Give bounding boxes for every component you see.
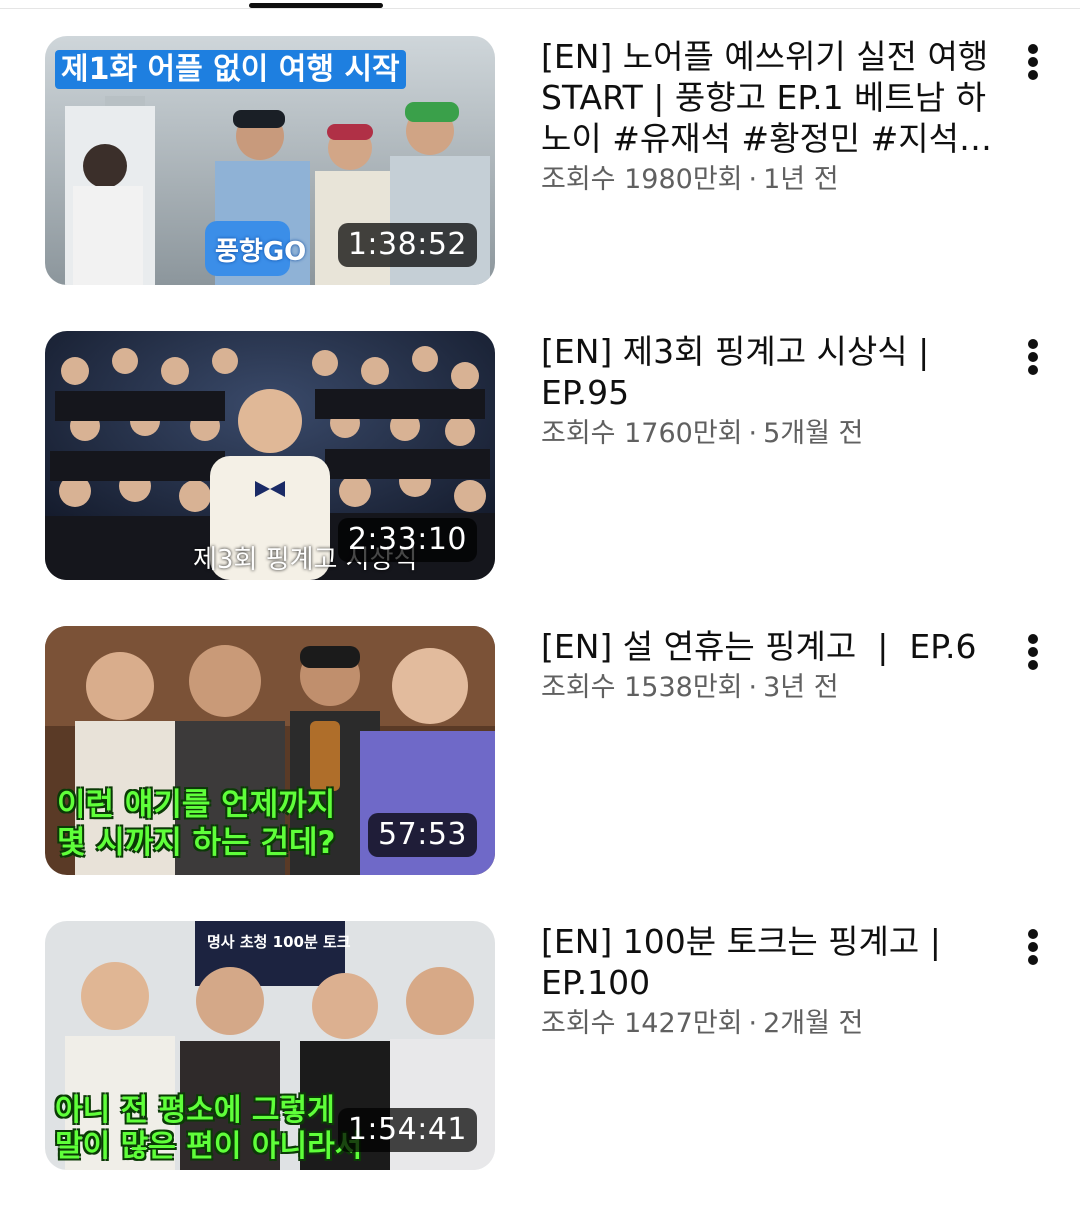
view-count: 조회수 1427만회 [541,1008,743,1039]
view-count: 조회수 1980만회 [541,164,743,195]
video-meta: [EN] 노어플 예쓰위기 실전 여행 START | 풍향고 EP.1 베트남… [541,36,1001,197]
upload-age: 5개월 전 [763,418,864,449]
thumbnail-caption-line1: 이런 얘기를 언제까지 [57,787,336,823]
view-count: 조회수 1760만회 [541,418,743,449]
video-duration: 57:53 [368,813,477,857]
thumbnail-caption-line2: 몇 시까지 하는 건데? [57,825,336,861]
video-thumbnail[interactable]: 제1화 어플 없이 여행 시작 풍향GO 1:38:52 [45,36,495,285]
stats-separator: · [748,418,758,449]
video-duration: 2:33:10 [337,518,477,562]
thumbnail-episode-label: 제1화 어플 없이 여행 시작 [55,50,406,89]
video-meta: [EN] 100분 토크는 핑계고 | EP.100 조회수 1427만회 · 2개… [541,921,1001,1041]
video-stats: 조회수 1980만회 · 1년 전 [541,163,1001,197]
more-options-icon[interactable] [1014,626,1054,678]
stats-separator: · [748,164,758,195]
video-duration: 1:38:52 [337,223,477,267]
more-options-icon[interactable] [1014,36,1054,88]
video-stats: 조회수 1760만회 · 5개월 전 [541,417,1001,451]
thumbnail-logo: 풍향GO [215,237,307,267]
video-meta: [EN] 설 연휴는 핑계고 | EP.6 조회수 1538만회 · 3년 전 [541,626,1001,705]
video-title[interactable]: [EN] 노어플 예쓰위기 실전 여행 START | 풍향고 EP.1 베트남… [541,36,1001,159]
top-divider [0,8,1080,9]
video-stats: 조회수 1427만회 · 2개월 전 [541,1007,1001,1041]
more-options-icon[interactable] [1014,921,1054,973]
thumbnail-caption-line1: 아니 전 평소에 그렇게 [55,1093,335,1128]
video-item[interactable]: 이런 얘기를 언제까지 몇 시까지 하는 건데? 57:53 [EN] 설 연휴… [0,626,1080,876]
video-thumbnail[interactable]: 명사 초청 100분 토크 아니 전 평소에 그렇게 말이 많은 편이 아니라서… [45,921,495,1170]
video-title[interactable]: [EN] 설 연휴는 핑계고 | EP.6 [541,626,1001,667]
thumbnail-caption-line2: 말이 많은 편이 아니라서 [55,1129,363,1164]
more-options-icon[interactable] [1014,331,1054,383]
video-meta: [EN] 제3회 핑계고 시상식 | EP.95 조회수 1760만회 · 5개월 … [541,331,1001,451]
upload-age: 2개월 전 [763,1008,864,1039]
view-count: 조회수 1538만회 [541,672,743,703]
upload-age: 3년 전 [763,672,839,703]
thumbnail-banner: 명사 초청 100분 토크 [207,933,351,951]
stats-separator: · [748,1008,758,1039]
video-thumbnail[interactable]: 이런 얘기를 언제까지 몇 시까지 하는 건데? 57:53 [45,626,495,875]
video-title[interactable]: [EN] 100분 토크는 핑계고 | EP.100 [541,921,1001,1003]
video-item[interactable]: 제1화 어플 없이 여행 시작 풍향GO 1:38:52 [EN] 노어플 예쓰… [0,36,1080,286]
stats-separator: · [748,672,758,703]
video-stats: 조회수 1538만회 · 3년 전 [541,671,1001,705]
video-item[interactable]: 제3회 핑계고 시상식 2:33:10 [EN] 제3회 핑계고 시상식 | E… [0,331,1080,581]
upload-age: 1년 전 [763,164,839,195]
video-item[interactable]: 명사 초청 100분 토크 아니 전 평소에 그렇게 말이 많은 편이 아니라서… [0,921,1080,1171]
video-title[interactable]: [EN] 제3회 핑계고 시상식 | EP.95 [541,331,1001,413]
video-duration: 1:54:41 [337,1108,477,1152]
video-thumbnail[interactable]: 제3회 핑계고 시상식 2:33:10 [45,331,495,580]
